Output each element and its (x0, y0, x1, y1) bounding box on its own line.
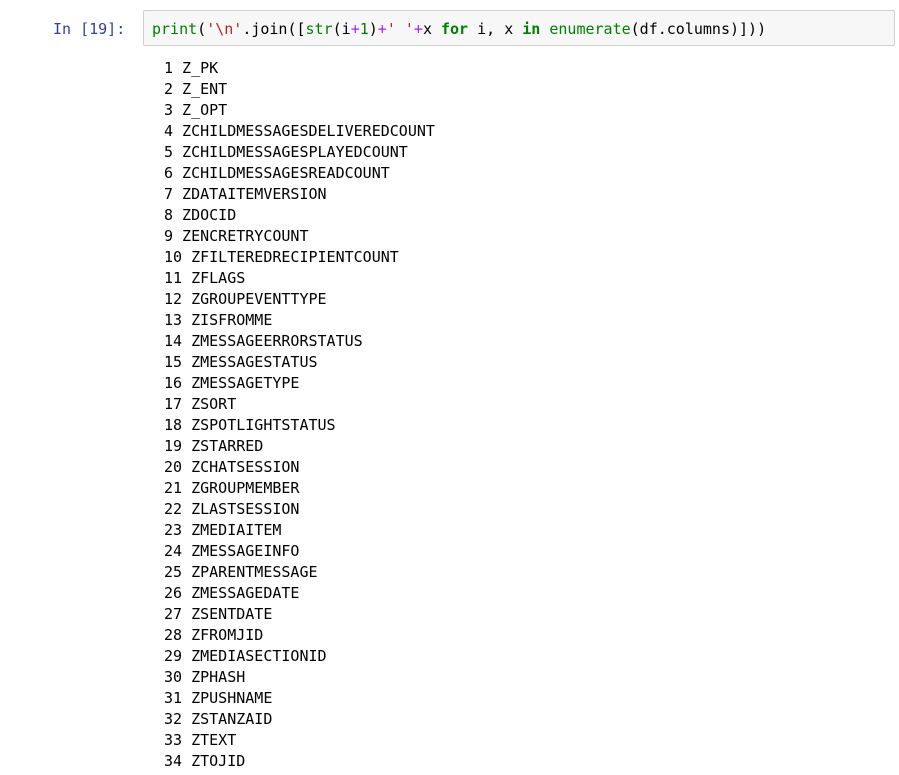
output-line: 6 ZCHILDMESSAGESREADCOUNT (164, 164, 390, 182)
code-token: ( (197, 20, 207, 38)
code-token: .join([ (242, 20, 306, 38)
output-line: 13 ZISFROMME (164, 311, 273, 329)
notebook-code-cell: In [19]: print('\n'.join([str(i+1)+' '+x… (0, 0, 899, 775)
output-line: 9 ZENCRETRYCOUNT (164, 227, 309, 245)
output-line: 4 ZCHILDMESSAGESDELIVEREDCOUNT (164, 122, 435, 140)
code-input-area[interactable]: print('\n'.join([str(i+1)+' '+x for i, x… (143, 10, 895, 46)
output-line: 10 ZFILTEREDRECIPIENTCOUNT (164, 248, 399, 266)
code-token: + (413, 20, 423, 38)
output-line: 8 ZDOCID (164, 206, 237, 224)
code-token: i, x (468, 20, 523, 38)
output-line: 25 ZPARENTMESSAGE (164, 563, 318, 581)
output-line: 21 ZGROUPMEMBER (164, 479, 300, 497)
code-token: for (441, 20, 469, 38)
code-token: ) (368, 20, 378, 38)
output-line: 28 ZFROMJID (164, 626, 264, 644)
output-line: 7 ZDATAITEMVERSION (164, 185, 327, 203)
code-token: (df.columns)])) (630, 20, 767, 38)
output-line: 12 ZGROUPEVENTTYPE (164, 290, 327, 308)
output-line: 14 ZMESSAGEERRORSTATUS (164, 332, 363, 350)
output-line: 1 Z_PK (164, 59, 219, 77)
code-token: + (350, 20, 360, 38)
output-line: 3 Z_OPT (164, 101, 228, 119)
code-token: (i (332, 20, 351, 38)
output-line: 33 ZTEXT (164, 731, 237, 749)
code-token: enumerate (549, 20, 631, 38)
code-token: x (422, 20, 441, 38)
code-token: + (377, 20, 387, 38)
code-token: in (522, 20, 541, 38)
output-line: 29 ZMEDIASECTIONID (164, 647, 327, 665)
cell-output-area: 1 Z_PK 2 Z_ENT 3 Z_OPT 4 ZCHILDMESSAGESDELI… (164, 58, 435, 772)
output-line: 11 ZFLAGS (164, 269, 246, 287)
code-token: print (152, 20, 198, 38)
code-token: '\n' (206, 20, 243, 38)
output-line: 16 ZMESSAGETYPE (164, 374, 300, 392)
output-line: 2 Z_ENT (164, 80, 228, 98)
output-line: 19 ZSTARRED (164, 437, 264, 455)
output-line: 31 ZPUSHNAME (164, 689, 273, 707)
output-line: 15 ZMESSAGESTATUS (164, 353, 318, 371)
output-line: 5 ZCHILDMESSAGESPLAYEDCOUNT (164, 143, 408, 161)
code-token: ' ' (386, 20, 414, 38)
output-line: 32 ZSTANZAID (164, 710, 273, 728)
output-line: 30 ZPHASH (164, 668, 246, 686)
output-line: 23 ZMEDIAITEM (164, 521, 282, 539)
code-token: str (305, 20, 333, 38)
output-line: 18 ZSPOTLIGHTSTATUS (164, 416, 336, 434)
output-line: 17 ZSORT (164, 395, 237, 413)
output-line: 27 ZSENTDATE (164, 605, 273, 623)
output-line: 20 ZCHATSESSION (164, 458, 300, 476)
output-line: 24 ZMESSAGEINFO (164, 542, 300, 560)
output-line: 26 ZMESSAGEDATE (164, 584, 300, 602)
code-token: 1 (359, 20, 369, 38)
output-line: 22 ZLASTSESSION (164, 500, 300, 518)
input-prompt: In [19]: (53, 20, 126, 38)
output-line: 34 ZTOJID (164, 752, 246, 770)
